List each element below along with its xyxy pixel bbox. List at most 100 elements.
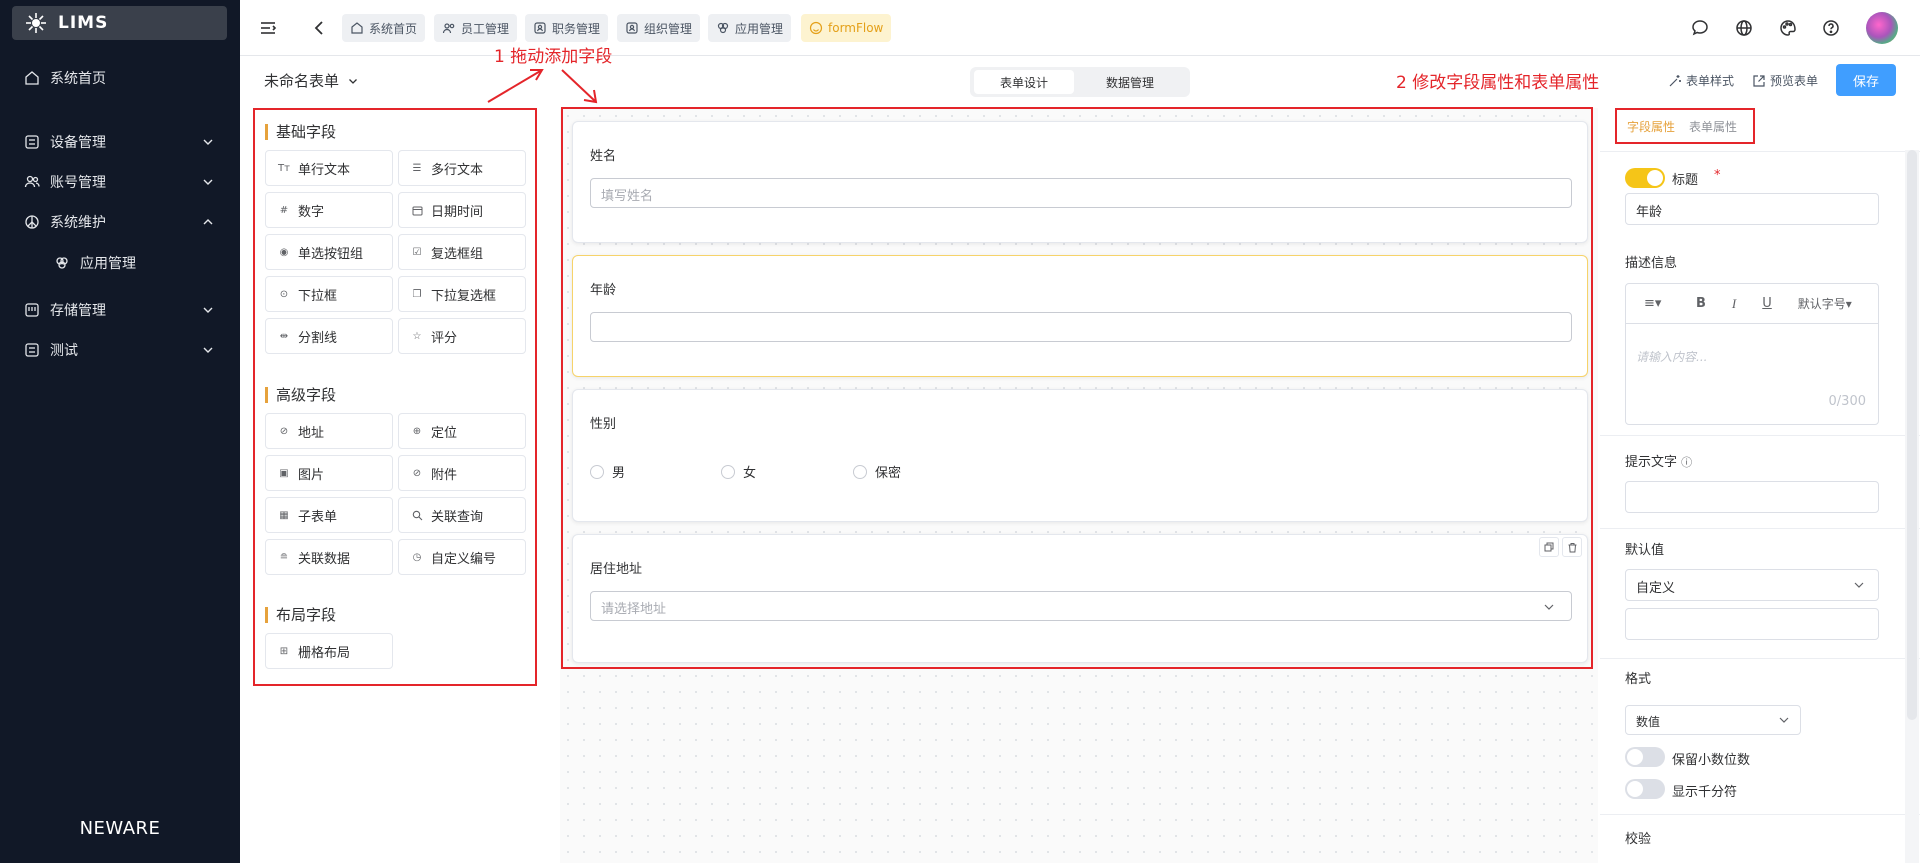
help-icon[interactable] xyxy=(1821,18,1841,38)
font-size-select[interactable]: 默认字号▾ xyxy=(1798,295,1852,312)
hint-input[interactable] xyxy=(1625,481,1879,513)
search-icon xyxy=(411,509,423,521)
description-editor[interactable]: ≡▾ B I U 默认字号▾ 请输入内容... 0/300 xyxy=(1625,283,1879,425)
sidebar-item-app-management[interactable]: 应用管理 xyxy=(54,251,246,275)
tab-formflow[interactable]: formFlow xyxy=(801,14,892,42)
form-style-button[interactable]: 表单样式 xyxy=(1668,72,1734,89)
field-grid-layout[interactable]: ⊞ 栅格布局 xyxy=(265,633,393,669)
keep-decimals-toggle[interactable] xyxy=(1625,747,1665,767)
back-icon[interactable] xyxy=(310,18,330,38)
field-label: 下拉框 xyxy=(298,288,338,304)
tab-positions[interactable]: 职务管理 xyxy=(525,14,609,42)
tab-organizations[interactable]: 组织管理 xyxy=(617,14,701,42)
bold-icon[interactable]: B xyxy=(1696,296,1706,311)
globe-icon[interactable] xyxy=(1734,18,1754,38)
sidebar-item-test[interactable]: 测试 xyxy=(24,338,216,362)
external-link-icon xyxy=(1753,74,1765,87)
default-value-input[interactable] xyxy=(1625,608,1879,640)
chat-icon[interactable] xyxy=(1690,18,1710,38)
tab-data-management[interactable]: 数据管理 xyxy=(1080,70,1180,94)
field-divider[interactable]: ⇹ 分割线 xyxy=(265,318,393,354)
sidebar-item-home[interactable]: 系统首页 xyxy=(24,66,216,90)
field-single-line-text[interactable]: Tт 单行文本 xyxy=(265,150,393,186)
field-card-address[interactable]: 居住地址 请选择地址 xyxy=(572,534,1588,663)
field-number[interactable]: # 数字 xyxy=(265,192,393,228)
chevron-down-icon xyxy=(203,347,213,353)
sidebar-item-devices[interactable]: 设备管理 xyxy=(24,130,216,154)
field-datetime[interactable]: 日期时间 xyxy=(398,192,526,228)
sidebar-item-accounts[interactable]: 账号管理 xyxy=(24,170,216,194)
field-custom-number[interactable]: ◷ 自定义编号 xyxy=(398,539,526,575)
field-address[interactable]: ⊘ 地址 xyxy=(265,413,393,449)
field-card-age[interactable]: 年龄 xyxy=(572,255,1588,377)
radio-female[interactable]: 女 xyxy=(721,462,756,481)
chevron-down-icon xyxy=(1779,717,1789,723)
title-input[interactable]: 年龄 xyxy=(1625,193,1879,225)
tab-label: 组织管理 xyxy=(644,21,693,36)
field-label: 附件 xyxy=(431,467,458,483)
sidebar-item-storage[interactable]: 存储管理 xyxy=(24,298,216,322)
copy-icon[interactable] xyxy=(1539,537,1559,557)
align-icon[interactable]: ≡▾ xyxy=(1644,296,1668,311)
field-card-gender[interactable]: 性别 男 女 保密 xyxy=(572,389,1588,522)
address-select[interactable]: 请选择地址 xyxy=(590,591,1572,621)
hint-label: 提示文字 ⓘ xyxy=(1625,451,1692,470)
tab-app-management[interactable]: 应用管理 xyxy=(708,14,792,42)
save-button[interactable]: 保存 xyxy=(1836,64,1896,96)
font-size-label: 默认字号 xyxy=(1797,297,1846,311)
field-multi-select[interactable]: ❐ 下拉复选框 xyxy=(398,276,526,312)
tab-home[interactable]: 系统首页 xyxy=(342,14,426,42)
paperclip-icon: ⊘ xyxy=(412,467,422,479)
radio-secret[interactable]: 保密 xyxy=(853,462,901,481)
field-subform[interactable]: ▦ 子表单 xyxy=(265,497,393,533)
field-image[interactable]: ▣ 图片 xyxy=(265,455,393,491)
field-radio-group[interactable]: ◉ 单选按钮组 xyxy=(265,234,393,270)
divider xyxy=(1600,528,1920,529)
sidebar-item-label: 账号管理 xyxy=(50,175,106,191)
field-linked-data[interactable]: ≘ 关联数据 xyxy=(265,539,393,575)
italic-icon[interactable]: I xyxy=(1732,296,1736,312)
form-name-dropdown[interactable]: 未命名表单 xyxy=(264,70,359,91)
field-label: 关联数据 xyxy=(298,551,351,567)
users-icon xyxy=(442,23,455,34)
tab-form-properties[interactable]: 表单属性 xyxy=(1689,118,1737,135)
tab-label: 系统首页 xyxy=(369,21,418,36)
tab-form-design[interactable]: 表单设计 xyxy=(974,70,1074,94)
preview-label: 预览表单 xyxy=(1770,74,1819,88)
title-toggle[interactable] xyxy=(1625,168,1665,188)
app-logo[interactable]: LIMS xyxy=(12,6,227,40)
info-icon[interactable]: ⓘ xyxy=(1681,456,1692,469)
field-location[interactable]: ⊕ 定位 xyxy=(398,413,526,449)
palette-icon[interactable] xyxy=(1778,18,1798,38)
radio-male[interactable]: 男 xyxy=(590,462,625,481)
menu-fold-icon[interactable] xyxy=(258,18,278,38)
delete-icon[interactable] xyxy=(1562,537,1582,557)
form-style-label: 表单样式 xyxy=(1686,74,1735,88)
name-input[interactable]: 填写姓名 xyxy=(590,178,1572,208)
field-rating[interactable]: ☆ 评分 xyxy=(398,318,526,354)
field-multi-line-text[interactable]: ☰ 多行文本 xyxy=(398,150,526,186)
field-label: 评分 xyxy=(431,330,458,346)
underline-icon[interactable]: U xyxy=(1762,296,1772,311)
age-input[interactable] xyxy=(590,312,1572,342)
chevron-down-icon xyxy=(1854,582,1864,588)
field-label: 子表单 xyxy=(298,509,338,525)
field-linked-query[interactable]: 关联查询 xyxy=(398,497,526,533)
default-select[interactable]: 自定义 xyxy=(1625,569,1879,601)
field-card-name[interactable]: 姓名 填写姓名 xyxy=(572,121,1588,243)
field-attachment[interactable]: ⊘ 附件 xyxy=(398,455,526,491)
format-select[interactable]: 数值 xyxy=(1625,705,1801,735)
tab-field-properties[interactable]: 字段属性 xyxy=(1627,118,1675,135)
preview-form-button[interactable]: 预览表单 xyxy=(1752,72,1818,89)
select-icon: ⊙ xyxy=(279,288,289,300)
field-checkbox-group[interactable]: ☑ 复选框组 xyxy=(398,234,526,270)
scrollbar-thumb[interactable] xyxy=(1907,150,1917,720)
sidebar-item-maintenance[interactable]: 系统维护 xyxy=(24,210,216,234)
chevron-down-icon xyxy=(1544,604,1554,610)
divider xyxy=(1600,151,1920,152)
thousands-toggle[interactable] xyxy=(1625,779,1665,799)
field-select[interactable]: ⊙ 下拉框 xyxy=(265,276,393,312)
tab-employees[interactable]: 员工管理 xyxy=(434,14,518,42)
divider-icon: ⇹ xyxy=(279,330,289,342)
avatar[interactable] xyxy=(1866,12,1898,44)
